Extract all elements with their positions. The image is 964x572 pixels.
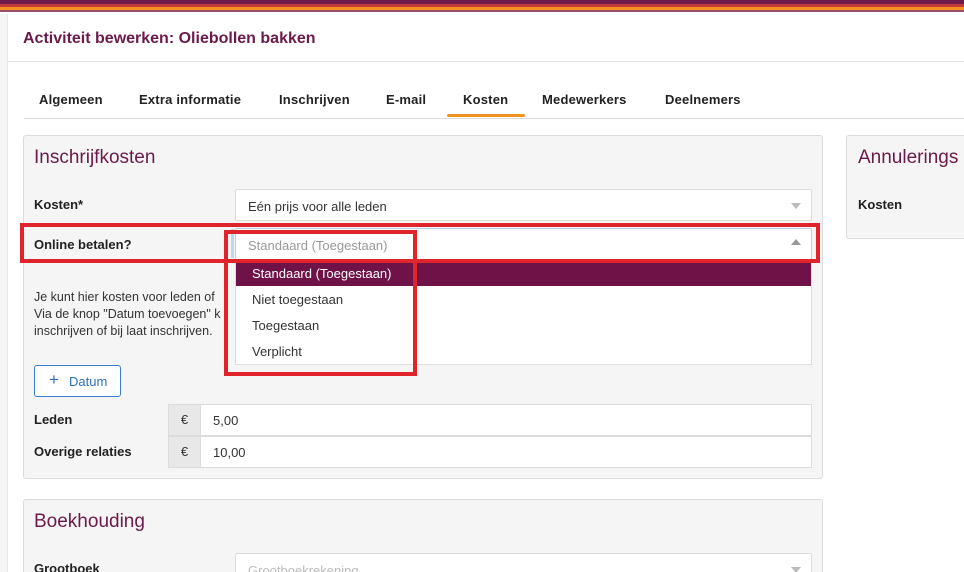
- grootboek-select[interactable]: Grootboekrekening: [235, 553, 812, 572]
- option-verplicht[interactable]: Verplicht: [236, 338, 811, 364]
- kosten-select-value: Eén prijs voor alle leden: [248, 199, 387, 214]
- euro-addon: €: [168, 436, 200, 468]
- boekhouding-title: Boekhouding: [34, 511, 145, 532]
- online-betalen-label: Online betalen?: [34, 237, 132, 252]
- kosten-select[interactable]: Eén prijs voor alle leden: [235, 189, 812, 221]
- chevron-up-icon: [791, 239, 801, 245]
- option-niet-toegestaan[interactable]: Niet toegestaan: [236, 286, 811, 312]
- page-title: Activiteit bewerken: Oliebollen bakken: [23, 30, 316, 47]
- tab-extra-informatie[interactable]: Extra informatie: [139, 92, 241, 107]
- kosten-label: Kosten*: [34, 197, 84, 212]
- tab-deelnemers[interactable]: Deelnemers: [665, 92, 741, 107]
- inschrijfkosten-title: Inschrijfkosten: [34, 147, 156, 168]
- tab-inschrijven[interactable]: Inschrijven: [279, 92, 350, 107]
- tab-algemeen[interactable]: Algemeen: [39, 92, 103, 107]
- help-text: Je kunt hier kosten voor leden of Via de…: [34, 289, 234, 340]
- option-toegestaan[interactable]: Toegestaan: [236, 312, 811, 338]
- help-line-1: Je kunt hier kosten voor leden of: [34, 290, 215, 304]
- help-line-3: inschrijven of bij laat inschrijven.: [34, 324, 213, 338]
- leden-price-input[interactable]: 5,00: [200, 404, 812, 436]
- tab-kosten[interactable]: Kosten: [463, 92, 508, 107]
- chevron-down-icon: [791, 203, 801, 209]
- online-betalen-select[interactable]: Standaard (Toegestaan): [235, 228, 812, 260]
- overige-relaties-price-input[interactable]: 10,00: [200, 436, 812, 468]
- active-tab-indicator: [447, 114, 525, 117]
- grootboek-placeholder: Grootboekrekening: [248, 563, 359, 572]
- tab-email[interactable]: E-mail: [386, 92, 426, 107]
- leden-label: Leden: [34, 412, 73, 427]
- tab-medewerkers[interactable]: Medewerkers: [542, 92, 627, 107]
- overige-relaties-label: Overige relaties: [34, 444, 132, 459]
- option-standaard[interactable]: Standaard (Toegestaan): [236, 260, 811, 286]
- add-datum-button[interactable]: + Datum: [34, 365, 121, 397]
- annulering-kosten-label: Kosten: [858, 197, 903, 212]
- online-betalen-dropdown: Standaard (Toegestaan) Niet toegestaan T…: [235, 260, 812, 365]
- plus-icon: +: [49, 370, 59, 389]
- annulering-title: Annulerings: [858, 147, 959, 168]
- euro-addon: €: [168, 404, 200, 436]
- online-betalen-placeholder: Standaard (Toegestaan): [248, 238, 388, 253]
- stripe-4: [0, 10, 964, 12]
- focus-indicator: [231, 229, 234, 258]
- chevron-down-icon: [791, 567, 801, 572]
- add-datum-label: Datum: [69, 374, 108, 389]
- page-header: Activiteit bewerken: Oliebollen bakken: [8, 14, 964, 62]
- left-edge: [0, 14, 8, 572]
- leden-price-field: € 5,00: [168, 404, 812, 436]
- brand-stripes: [0, 0, 964, 14]
- overige-relaties-price-field: € 10,00: [168, 436, 812, 468]
- grootboek-label: Grootboek: [34, 561, 100, 572]
- annulering-card: Annulerings Kosten: [846, 135, 964, 239]
- help-line-2: Via de knop "Datum toevoegen" k: [34, 307, 221, 321]
